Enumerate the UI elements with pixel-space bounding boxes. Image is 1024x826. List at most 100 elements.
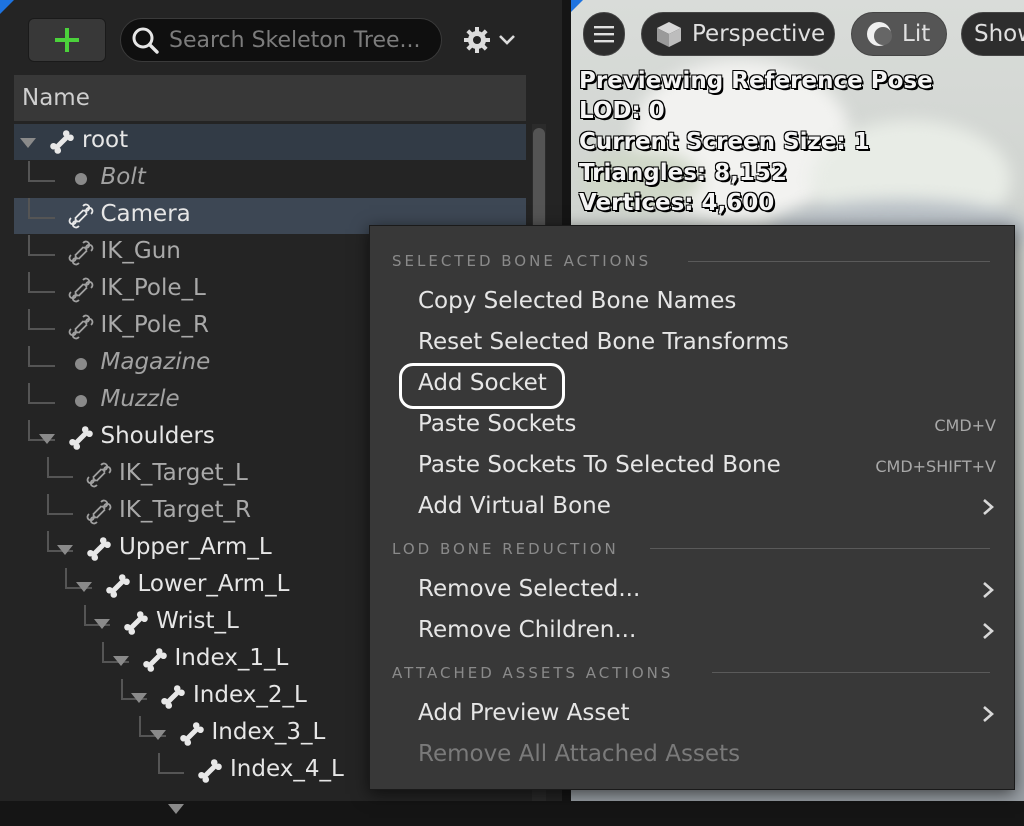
bone-icon bbox=[121, 608, 151, 638]
tree-guide-line bbox=[28, 216, 55, 219]
bone-label: Muzzle bbox=[100, 386, 180, 412]
menu-item-remove-all-attached-assets[interactable]: Remove All Attached Assets bbox=[370, 735, 1014, 775]
tree-guide-line bbox=[102, 642, 104, 662]
tree-guide-line bbox=[46, 512, 73, 515]
bone-label: Index_1_L bbox=[174, 645, 289, 671]
section-header-attached-assets-actions: ATTACHED ASSETS ACTIONS bbox=[392, 664, 674, 682]
expand-toggle-icon[interactable] bbox=[57, 545, 73, 555]
tree-guide-line bbox=[120, 679, 123, 699]
lit-sphere-icon bbox=[867, 22, 892, 46]
menu-item-add-preview-asset[interactable]: Add Preview Asset bbox=[370, 694, 1014, 734]
menu-item-paste-sockets-to-selected-bone[interactable]: Paste Sockets To Selected Bone CMD+SHIFT… bbox=[370, 446, 1014, 486]
overlay-vertices: Vertices: 4,600 bbox=[579, 190, 775, 216]
tree-guide-line bbox=[28, 272, 30, 292]
bone-icon bbox=[158, 682, 188, 712]
expand-toggle-icon[interactable] bbox=[168, 804, 184, 814]
tree-row-root[interactable]: root bbox=[14, 124, 526, 160]
bone-label: Bolt bbox=[100, 164, 146, 190]
lit-label: Lit bbox=[902, 21, 931, 47]
overlay-preview-mode: Previewing Reference Pose bbox=[579, 68, 933, 94]
tree-guide-line bbox=[28, 161, 30, 181]
section-header-lod-bone-reduction: LOD BONE REDUCTION bbox=[392, 540, 619, 558]
viewport-menu-button[interactable] bbox=[583, 12, 625, 56]
section-header-selected-bone-actions: SELECTED BONE ACTIONS bbox=[392, 252, 652, 270]
tree-guide-line bbox=[157, 753, 160, 773]
show-button[interactable]: Show bbox=[961, 12, 1024, 56]
tree-guide-line bbox=[28, 198, 30, 218]
virtual-bone-icon bbox=[66, 312, 96, 342]
section-divider bbox=[650, 548, 990, 549]
tree-guide-line bbox=[139, 716, 141, 736]
menu-item-copy-selected-bone-names[interactable]: Copy Selected Bone Names bbox=[370, 282, 1014, 322]
expand-toggle-icon[interactable] bbox=[38, 434, 55, 444]
settings-button[interactable] bbox=[462, 22, 528, 58]
bone-label: Lower_Arm_L bbox=[137, 571, 290, 597]
bone-label: root bbox=[82, 127, 129, 153]
expand-toggle-icon[interactable] bbox=[20, 138, 36, 148]
bone-label: Magazine bbox=[100, 349, 211, 375]
tree-guide-line bbox=[83, 605, 86, 625]
add-button[interactable] bbox=[28, 18, 106, 62]
virtual-bone-icon bbox=[84, 497, 114, 527]
section-divider bbox=[712, 672, 990, 673]
chevron-right-icon bbox=[983, 499, 994, 515]
menu-item-remove-selected[interactable]: Remove Selected... bbox=[370, 570, 1014, 610]
tree-guide-line bbox=[28, 364, 55, 367]
expand-toggle-icon[interactable] bbox=[94, 619, 110, 629]
bone-icon bbox=[84, 534, 114, 564]
bone-label: Camera bbox=[100, 201, 191, 227]
shortcut-label: CMD+V bbox=[934, 416, 996, 435]
expand-toggle-icon[interactable] bbox=[112, 656, 129, 666]
tree-guide-line bbox=[28, 309, 30, 329]
tree-row-bolt[interactable]: Bolt bbox=[14, 161, 526, 197]
plus-icon bbox=[55, 28, 79, 52]
chevron-right-icon bbox=[983, 582, 994, 598]
overlay-triangles: Triangles: 8,152 bbox=[579, 160, 787, 186]
menu-item-paste-sockets[interactable]: Paste Sockets CMD+V bbox=[370, 405, 1014, 445]
bone-label: Upper_Arm_L bbox=[119, 534, 272, 560]
tree-guide-line bbox=[46, 475, 73, 478]
virtual-bone-icon bbox=[66, 275, 96, 305]
bone-icon bbox=[47, 127, 77, 157]
menu-item-reset-selected-bone-transforms[interactable]: Reset Selected Bone Transforms bbox=[370, 323, 1014, 363]
bone-label: Index_3_L bbox=[211, 719, 326, 745]
tree-guide-line bbox=[46, 494, 49, 514]
bone-label: Shoulders bbox=[100, 423, 215, 449]
tree-guide-line bbox=[28, 290, 55, 293]
lit-button[interactable]: Lit bbox=[851, 12, 947, 56]
search-box[interactable] bbox=[120, 18, 442, 62]
context-menu: SELECTED BONE ACTIONS Copy Selected Bone… bbox=[369, 225, 1015, 790]
menu-item-remove-children[interactable]: Remove Children... bbox=[370, 611, 1014, 651]
expand-toggle-icon[interactable] bbox=[149, 730, 166, 740]
search-input[interactable] bbox=[167, 26, 441, 54]
hamburger-icon bbox=[594, 26, 614, 43]
bone-label: Wrist_L bbox=[156, 608, 239, 634]
bone-label: Index_4_L bbox=[230, 756, 344, 782]
chevron-right-icon bbox=[983, 623, 994, 639]
bone-label: IK_Gun bbox=[100, 238, 181, 264]
bone-label: Index_2_L bbox=[193, 682, 307, 708]
menu-item-add-virtual-bone[interactable]: Add Virtual Bone bbox=[370, 487, 1014, 527]
virtual-bone-icon bbox=[66, 238, 96, 268]
tree-guide-line bbox=[28, 179, 55, 182]
bone-label: IK_Pole_L bbox=[100, 275, 206, 301]
section-divider bbox=[688, 261, 990, 262]
tree-guide-line bbox=[28, 420, 30, 440]
virtual-bone-icon bbox=[66, 201, 96, 231]
tree-row-partial[interactable] bbox=[14, 790, 526, 826]
expand-toggle-icon[interactable] bbox=[75, 582, 92, 592]
overlay-lod: LOD: 0 bbox=[579, 98, 665, 124]
expand-toggle-icon[interactable] bbox=[131, 693, 147, 703]
perspective-button[interactable]: Perspective bbox=[641, 12, 835, 56]
name-column-label: Name bbox=[22, 85, 90, 111]
tree-guide-line bbox=[157, 771, 184, 774]
show-label: Show bbox=[974, 21, 1024, 47]
tree-guide-line bbox=[46, 531, 49, 551]
name-column-header[interactable]: Name bbox=[14, 75, 526, 121]
perspective-label: Perspective bbox=[692, 21, 826, 47]
add-socket-highlight-outline bbox=[399, 363, 565, 409]
bone-icon bbox=[140, 645, 170, 675]
tree-guide-line bbox=[65, 568, 67, 588]
bone-icon bbox=[177, 719, 207, 749]
viewport-corner-marker bbox=[571, 0, 583, 12]
